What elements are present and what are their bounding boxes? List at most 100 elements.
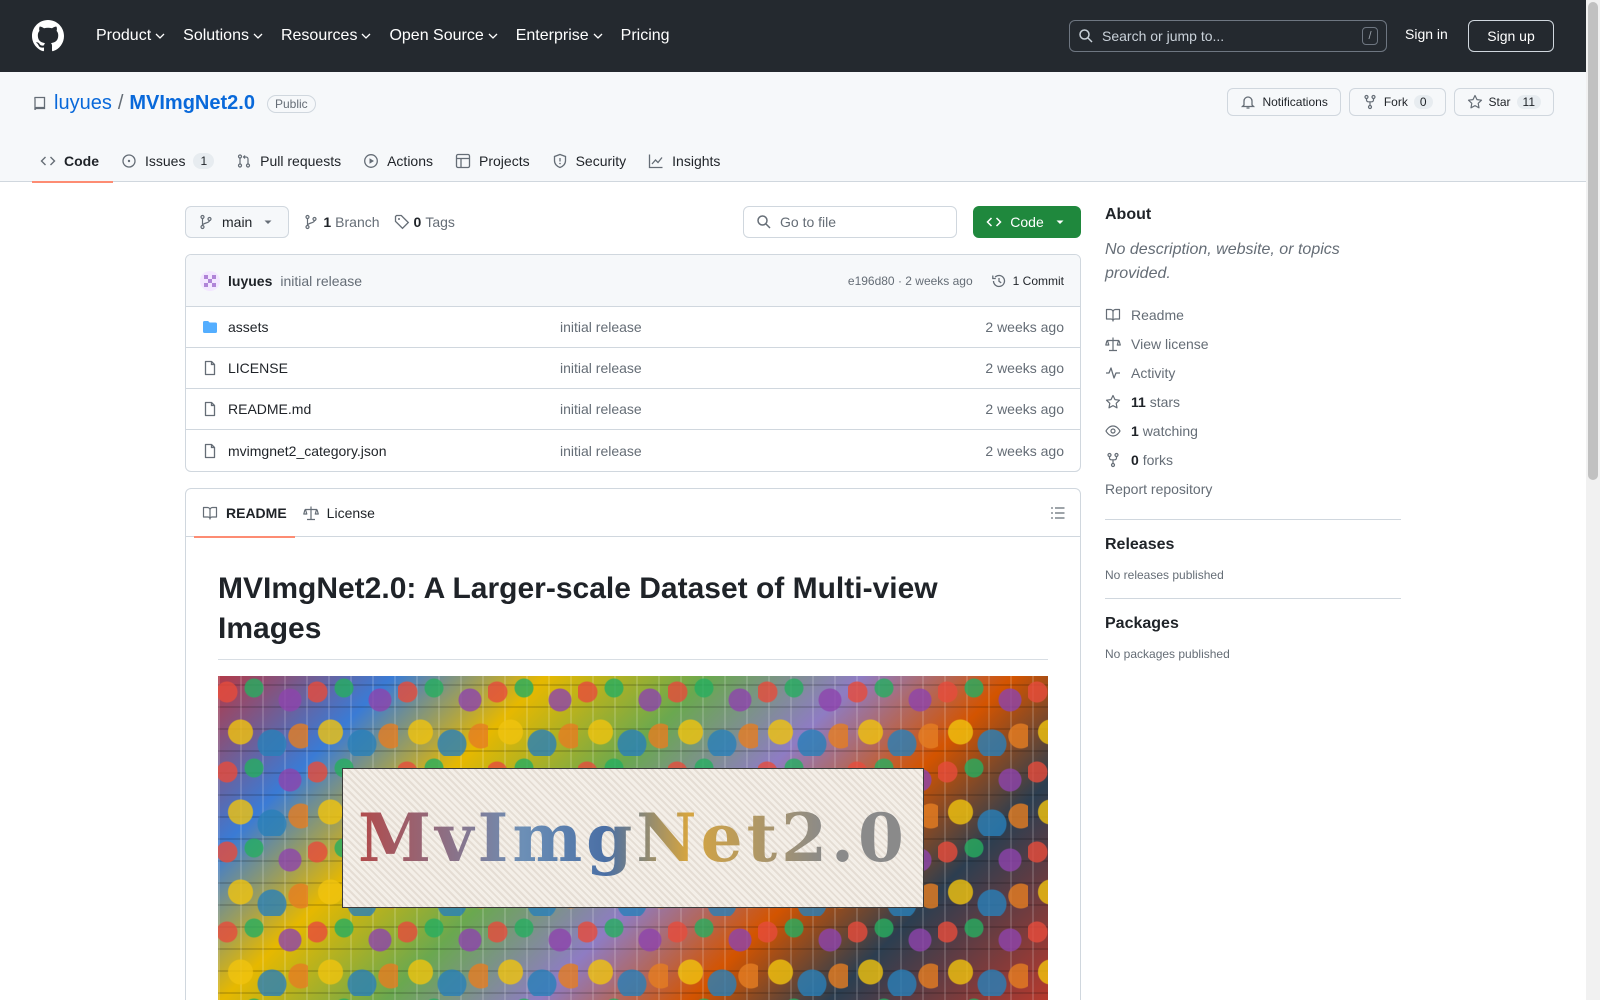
book-icon [1105,308,1121,322]
bell-icon [1241,96,1256,109]
nav-pricing[interactable]: Pricing [613,21,678,51]
file-commit-message-link[interactable]: initial release [560,401,642,417]
nav-product[interactable]: Product [88,21,173,51]
table-row: mvimgnet2_category.json initial release … [186,430,1080,471]
file-name-link[interactable]: mvimgnet2_category.json [228,443,386,459]
tab-label: Insights [672,153,721,169]
repo-tabs: Code Issues 1 Pull requests Actions Proj… [32,140,734,183]
nav-label: Solutions [183,27,249,44]
readme-link[interactable]: Readme [1105,300,1401,329]
tab-label: Projects [479,153,530,169]
fork-icon [1107,452,1119,467]
tab-label: Issues [145,153,186,169]
file-name-link[interactable]: assets [228,319,268,335]
nav-label: Pricing [620,27,670,44]
branches-link[interactable]: 1 Branch [303,214,380,230]
sidebar-divider [1105,598,1401,599]
commit-author-link[interactable]: luyues [228,273,272,289]
tags-count: 0 [413,214,422,230]
file-commit-message-link[interactable]: initial release [560,319,642,335]
notifications-button[interactable]: Notifications [1227,88,1341,116]
scrollbar-thumb[interactable] [1588,2,1598,480]
nav-open-source[interactable]: Open Source [381,21,505,51]
nav-resources[interactable]: Resources [273,21,379,51]
folder-icon [203,321,217,333]
readme-banner-image[interactable]: MvImgNet2.0 [218,675,1048,1000]
tab-license[interactable]: License [295,489,383,537]
activity-link[interactable]: Activity [1105,358,1401,387]
tab-projects[interactable]: Projects [447,140,544,182]
star-count: 11 [1516,95,1541,109]
page-scrollbar[interactable] [1586,0,1600,1000]
code-button-label: Code [1010,214,1044,230]
tab-insights[interactable]: Insights [640,140,734,182]
about-description: No description, website, or topics provi… [1105,241,1340,282]
tab-code[interactable]: Code [32,140,113,183]
tab-security[interactable]: Security [544,140,641,182]
table-icon [455,153,471,169]
releases-heading[interactable]: Releases [1105,536,1401,554]
commit-hash-link[interactable]: e196d80 · 2 weeks ago [848,274,973,288]
global-search-input[interactable]: Search or jump to... / [1069,20,1387,52]
identicon-icon [204,274,216,287]
github-logo-icon[interactable] [32,20,64,52]
nav-solutions[interactable]: Solutions [175,21,271,51]
nav-enterprise[interactable]: Enterprise [508,21,611,51]
fork-label: Fork [1383,95,1408,109]
chevron-down-icon [155,33,165,39]
report-repository-link[interactable]: Report repository [1105,474,1401,503]
tab-label: Actions [387,153,434,169]
global-header: Product Solutions Resources Open Source … [0,0,1586,72]
repo-title: luyues / MVImgNet2.0 Public [32,92,316,115]
star-button[interactable]: Star 11 [1453,88,1554,116]
visibility-badge: Public [266,94,316,113]
file-toolbar: main 1 Branch 0 Tags Go to file Code [185,206,1081,238]
forks-link[interactable]: 0 forks [1105,445,1401,474]
sign-in-link[interactable]: Sign in [1405,26,1448,42]
code-icon [986,217,1002,227]
file-name-link[interactable]: README.md [228,401,311,417]
code-dropdown-button[interactable]: Code [973,206,1081,238]
pulse-icon [1106,366,1120,379]
branch-select-button[interactable]: main [185,206,290,238]
tab-issues[interactable]: Issues 1 [113,140,228,182]
branches-count: 1 [323,214,332,230]
file-commit-message-link[interactable]: initial release [560,443,642,459]
tab-readme[interactable]: README [194,489,295,538]
chevron-down-icon [488,33,498,39]
packages-heading[interactable]: Packages [1105,615,1401,633]
avatar[interactable] [200,270,220,291]
nav-label: Enterprise [515,27,589,44]
repo-name-link[interactable]: MVImgNet2.0 [129,92,255,115]
file-commit-message-link[interactable]: initial release [560,360,642,376]
activity-link-label: Activity [1131,364,1176,381]
star-label: Star [1488,95,1511,109]
tab-label: README [226,504,287,521]
outline-button[interactable] [1050,505,1066,521]
commits-history-link[interactable]: 1 Commit [991,273,1064,289]
fork-button[interactable]: Fork 0 [1348,88,1446,116]
tab-label: Pull requests [260,153,342,169]
stars-link[interactable]: 11 stars [1105,387,1401,416]
watching-count: 1 [1131,422,1139,439]
tab-pull-requests[interactable]: Pull requests [228,140,355,182]
search-icon [757,215,771,229]
file-name-link[interactable]: LICENSE [228,360,288,376]
tab-label: Security [575,153,627,169]
repo-separator: / [117,92,124,114]
commit-message-link[interactable]: initial release [280,273,362,289]
repo-owner-link[interactable]: luyues [54,92,112,115]
about-heading: About [1105,206,1152,223]
license-link[interactable]: View license [1105,329,1401,358]
tab-actions[interactable]: Actions [355,140,447,182]
branch-icon [305,214,317,230]
readme-link-label: Readme [1131,306,1184,323]
sign-up-button[interactable]: Sign up [1468,20,1554,52]
stars-label: stars [1149,393,1181,410]
watchers-link[interactable]: 1 watching [1105,416,1401,445]
commits-count-label: 1 Commit [1012,273,1064,288]
shield-icon [553,153,566,169]
tags-link[interactable]: 0 Tags [394,214,455,230]
go-to-file-input[interactable]: Go to file [743,206,957,238]
search-shortcut-key: / [1362,27,1378,45]
